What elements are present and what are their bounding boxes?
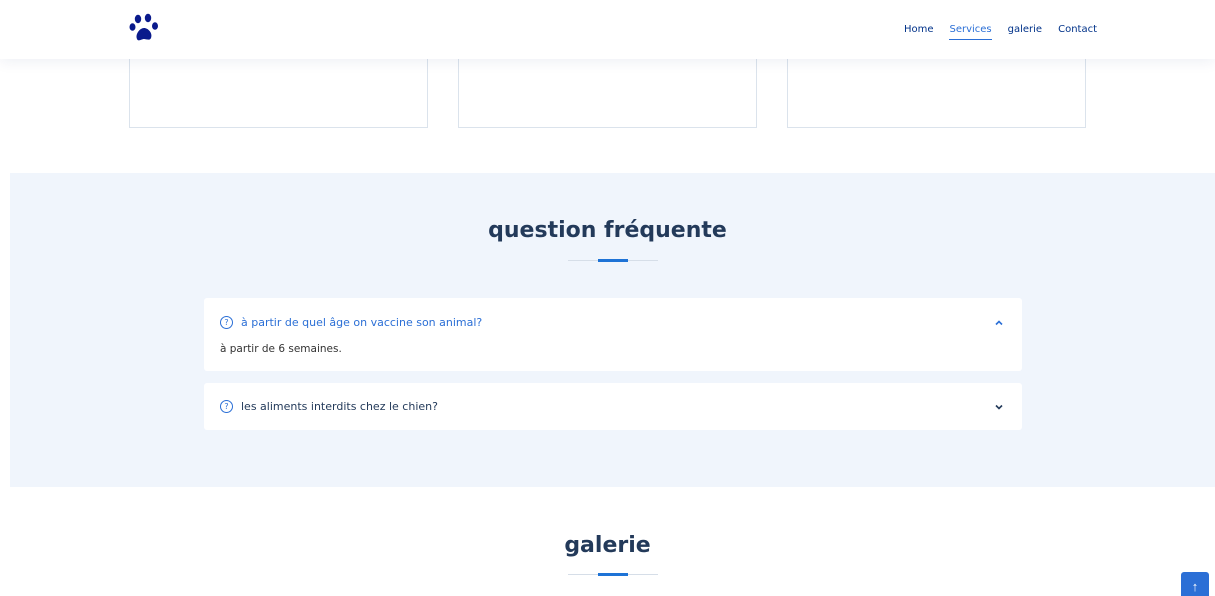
paw-icon[interactable] — [129, 13, 159, 45]
question-circle-icon: ? — [220, 400, 233, 413]
faq-title: question fréquente — [488, 218, 727, 243]
faq-question-text: à partir de quel âge on vaccine son anim… — [241, 316, 483, 329]
galerie-title: galerie — [564, 533, 651, 558]
nav-galerie[interactable]: galerie — [1008, 20, 1042, 39]
faq-question[interactable]: ? les aliments interdits chez le chien? — [220, 400, 438, 413]
main-nav: Home Services galerie Contact — [888, 0, 1097, 59]
title-accent — [598, 573, 628, 576]
nav-contact[interactable]: Contact — [1058, 20, 1097, 39]
page: Home Services galerie Contact question f… — [0, 0, 1215, 596]
faq-item: ? à partir de quel âge on vaccine son an… — [204, 298, 1022, 371]
header: Home Services galerie Contact — [0, 0, 1215, 59]
nav-home[interactable]: Home — [904, 20, 934, 39]
question-circle-icon: ? — [220, 316, 233, 329]
scroll-top-button[interactable]: ↑ — [1181, 572, 1209, 596]
faq-question[interactable]: ? à partir de quel âge on vaccine son an… — [220, 316, 482, 329]
chevron-down-icon[interactable] — [994, 402, 1004, 412]
title-accent — [598, 259, 628, 262]
faq-item: ? les aliments interdits chez le chien? — [204, 383, 1022, 430]
nav-services[interactable]: Services — [949, 20, 992, 40]
faq-answer: à partir de 6 semaines. — [220, 343, 342, 355]
faq-question-text: les aliments interdits chez le chien? — [241, 400, 438, 413]
chevron-up-icon[interactable] — [994, 318, 1004, 328]
arrow-up-icon: ↑ — [1191, 578, 1199, 594]
